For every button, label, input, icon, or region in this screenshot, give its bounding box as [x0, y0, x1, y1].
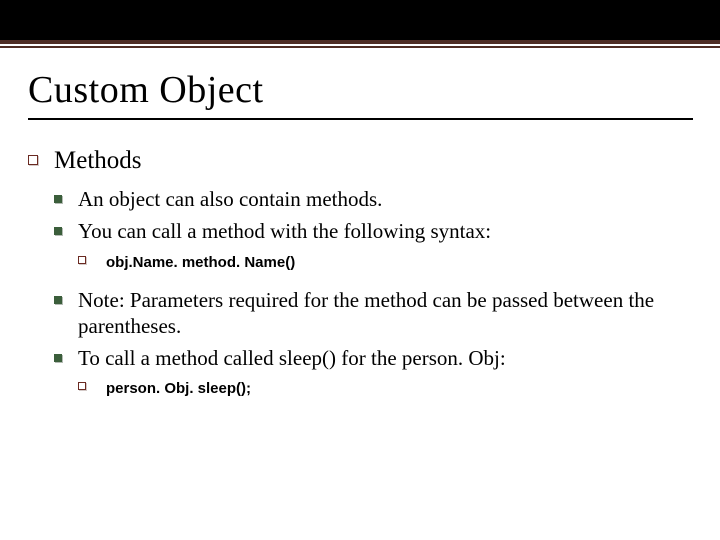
- bullet-solid-square-icon: [54, 354, 62, 362]
- level3-list: person. Obj. sleep();: [78, 377, 692, 399]
- level1-item: Methods An object can also contain metho…: [28, 146, 692, 413]
- bullet-text: To call a method called sleep() for the …: [78, 345, 692, 371]
- code-text: person. Obj. sleep();: [106, 377, 251, 399]
- content-area: Methods An object can also contain metho…: [0, 128, 720, 413]
- bullet-text: An object can also contain methods.: [78, 186, 382, 212]
- title-block: Custom Object: [0, 50, 720, 128]
- bullet-text: Note: Parameters required for the method…: [78, 287, 692, 340]
- heading-methods: Methods: [54, 146, 692, 176]
- slide-title: Custom Object: [28, 68, 692, 112]
- level2-item: You can call a method with the following…: [54, 218, 692, 280]
- level1-list: Methods An object can also contain metho…: [28, 146, 692, 413]
- slide: Custom Object Methods An object can also…: [0, 0, 720, 540]
- level3-list: obj.Name. method. Name(): [78, 251, 692, 273]
- level3-item: person. Obj. sleep();: [78, 377, 692, 399]
- bullet-open-square-icon: [28, 155, 38, 165]
- top-bar: [0, 0, 720, 40]
- level1-body: Methods An object can also contain metho…: [54, 146, 692, 413]
- level2-list: An object can also contain methods. You …: [54, 186, 692, 407]
- title-underline: [28, 118, 693, 120]
- bullet-open-square-small-icon: [78, 256, 86, 264]
- level2-body: To call a method called sleep() for the …: [78, 345, 692, 407]
- bullet-solid-square-icon: [54, 227, 62, 235]
- level2-item: An object can also contain methods.: [54, 186, 692, 212]
- bullet-text: You can call a method with the following…: [78, 218, 692, 244]
- code-text: obj.Name. method. Name(): [106, 251, 295, 273]
- level2-item: To call a method called sleep() for the …: [54, 345, 692, 407]
- level2-body: You can call a method with the following…: [78, 218, 692, 280]
- level2-item: Note: Parameters required for the method…: [54, 287, 692, 340]
- bullet-solid-square-icon: [54, 195, 62, 203]
- bullet-open-square-small-icon: [78, 382, 86, 390]
- bullet-solid-square-icon: [54, 296, 62, 304]
- divider-rules: [0, 40, 720, 50]
- level3-item: obj.Name. method. Name(): [78, 251, 692, 273]
